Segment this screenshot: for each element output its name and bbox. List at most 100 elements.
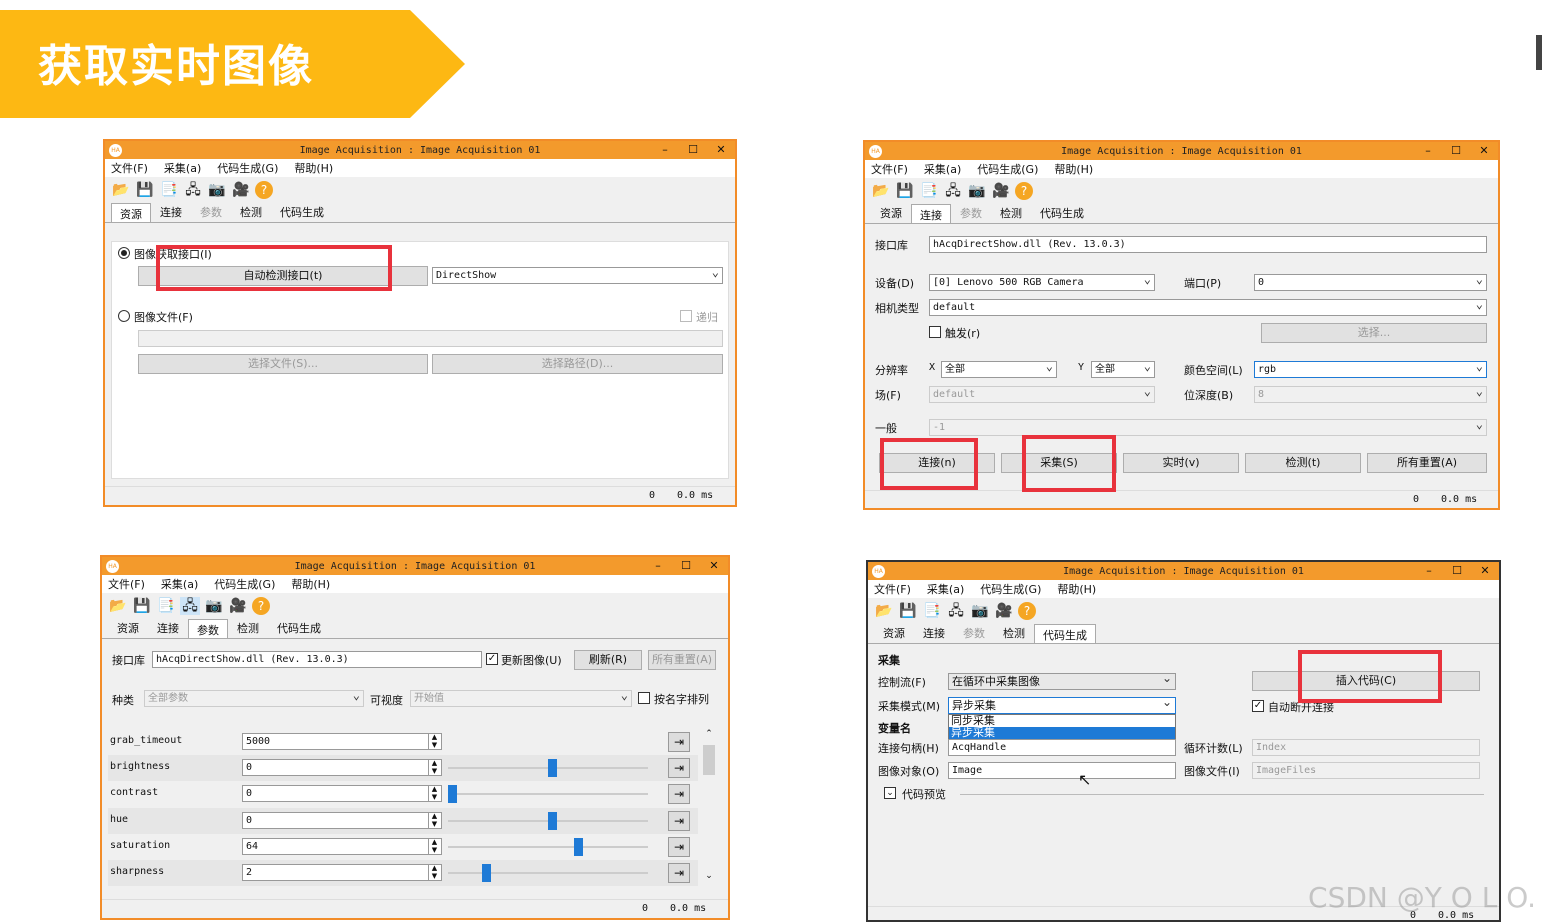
maximize-icon[interactable]: ☐ (672, 557, 700, 575)
image-files-input[interactable]: ImageFiles (1252, 762, 1480, 779)
reset-all-button[interactable]: 所有重置(A) (1367, 453, 1487, 473)
tab-resource[interactable]: 资源 (111, 203, 151, 222)
video-camera-icon[interactable]: 🎥 (994, 602, 1014, 620)
field-select[interactable]: default (929, 386, 1155, 403)
param-scrollbar[interactable]: ⌃ ⌄ (702, 729, 716, 881)
open-folder-icon[interactable]: 📂 (108, 597, 128, 615)
network-icon[interactable]: 🖧 (183, 181, 203, 199)
grab-mode-option-async[interactable]: 异步采集 (949, 727, 1175, 739)
menu-acquire[interactable]: 采集(a) (161, 576, 198, 592)
close-icon[interactable]: ✕ (1470, 142, 1498, 160)
param-reset-icon[interactable]: ⇥ (668, 836, 690, 857)
video-camera-icon[interactable]: 🎥 (228, 597, 248, 615)
param-spinner-icon[interactable]: ▲ ▼ (428, 864, 440, 881)
tab-codegen[interactable]: 代码生成 (1031, 202, 1093, 223)
param-slider-thumb[interactable] (548, 759, 557, 778)
tab-connect[interactable]: 连接 (151, 201, 191, 222)
close-icon[interactable]: ✕ (707, 141, 735, 159)
menu-acquire[interactable]: 采集(a) (924, 161, 961, 177)
select-file-button[interactable]: 选择文件(S)... (138, 354, 428, 374)
param-spinner-icon[interactable]: ▲ ▼ (428, 733, 440, 750)
menu-file[interactable]: 文件(F) (874, 581, 911, 597)
menu-help[interactable]: 帮助(H) (1054, 161, 1093, 177)
param-reset-icon[interactable]: ⇥ (668, 758, 690, 779)
param-value-input[interactable]: 64 (242, 837, 442, 855)
tab-detect[interactable]: 检测 (228, 617, 268, 638)
menu-file[interactable]: 文件(F) (108, 576, 145, 592)
library-input[interactable]: hAcqDirectShow.dll (Rev. 13.0.3) (929, 236, 1487, 253)
image-object-input[interactable]: Image (948, 762, 1176, 779)
minimize-icon[interactable]: – (644, 557, 672, 575)
camera-icon[interactable]: 📷 (967, 182, 987, 200)
menu-acquire[interactable]: 采集(a) (927, 581, 964, 597)
menu-help[interactable]: 帮助(H) (1057, 581, 1096, 597)
param-slider-thumb[interactable] (574, 837, 583, 856)
param-reset-icon[interactable]: ⇥ (668, 863, 690, 883)
x-select[interactable]: 全部 (941, 361, 1057, 378)
loop-counter-input[interactable]: Index (1252, 739, 1480, 756)
network-icon[interactable]: 🖧 (946, 602, 966, 620)
tab-connect[interactable]: 连接 (148, 617, 188, 638)
menu-codegen[interactable]: 代码生成(G) (217, 160, 278, 176)
refresh-button[interactable]: 刷新(R) (574, 650, 642, 670)
handle-input[interactable]: AcqHandle (948, 739, 1176, 756)
maximize-icon[interactable]: ☐ (1442, 142, 1470, 160)
help-icon[interactable]: ? (255, 181, 273, 199)
help-icon[interactable]: ? (252, 597, 270, 615)
scroll-up-icon[interactable]: ⌃ (702, 729, 716, 739)
network-icon[interactable]: 🖧 (943, 182, 963, 200)
open-folder-icon[interactable]: 📂 (111, 181, 131, 199)
param-slider-track[interactable] (448, 872, 648, 874)
maximize-icon[interactable]: ☐ (1443, 562, 1471, 580)
maximize-icon[interactable]: ☐ (679, 141, 707, 159)
param-reset-icon[interactable]: ⇥ (668, 810, 690, 831)
param-value-input[interactable]: 0 (242, 785, 442, 803)
param-spinner-icon[interactable]: ▲ ▼ (428, 759, 440, 777)
minimize-icon[interactable]: – (1415, 562, 1443, 580)
y-select[interactable]: 全部 (1091, 361, 1155, 378)
tab-resource[interactable]: 资源 (874, 622, 914, 643)
reset-all-button[interactable]: 所有重置(A) (648, 650, 716, 670)
close-icon[interactable]: ✕ (700, 557, 728, 575)
save-icon[interactable]: 💾 (132, 597, 152, 615)
param-value-input[interactable]: 0 (242, 811, 442, 829)
save-icon[interactable]: 💾 (135, 181, 155, 199)
sort-checkbox[interactable] (638, 692, 650, 704)
interface-select[interactable]: DirectShow (432, 267, 723, 284)
document-icon[interactable]: 📑 (922, 602, 942, 620)
document-icon[interactable]: 📑 (919, 182, 939, 200)
tab-connect[interactable]: 连接 (914, 622, 954, 643)
param-reset-icon[interactable]: ⇥ (668, 732, 690, 752)
bitdepth-select[interactable]: 8 (1254, 386, 1487, 403)
visibility-select[interactable]: 开始值 (410, 690, 632, 707)
menu-help[interactable]: 帮助(H) (294, 160, 333, 176)
scroll-thumb[interactable] (703, 745, 715, 775)
camera-icon[interactable]: 📷 (204, 597, 224, 615)
param-slider-track[interactable] (448, 793, 648, 796)
help-icon[interactable]: ? (1018, 602, 1036, 620)
select-path-button[interactable]: 选择路径(D)... (432, 354, 723, 374)
param-spinner-icon[interactable]: ▲ ▼ (428, 811, 440, 829)
file-path-input[interactable] (138, 330, 723, 347)
minimize-icon[interactable]: – (651, 141, 679, 159)
video-camera-icon[interactable]: 🎥 (991, 182, 1011, 200)
select-button[interactable]: 选择... (1261, 323, 1487, 343)
tab-detect[interactable]: 检测 (991, 202, 1031, 223)
param-value-input[interactable]: 2 (242, 864, 442, 881)
tab-params[interactable]: 参数 (951, 202, 991, 223)
camera-icon[interactable]: 📷 (207, 181, 227, 199)
tab-params[interactable]: 参数 (191, 201, 231, 222)
param-slider-track[interactable] (448, 845, 648, 848)
update-image-checkbox[interactable]: ✓ (486, 653, 498, 665)
tab-codegen[interactable]: 代码生成 (1034, 624, 1096, 643)
menu-codegen[interactable]: 代码生成(G) (980, 581, 1041, 597)
tab-params[interactable]: 参数 (954, 622, 994, 643)
live-button[interactable]: 实时(v) (1123, 453, 1239, 473)
port-select[interactable]: 0 (1254, 274, 1487, 291)
file-radio[interactable] (118, 310, 130, 322)
param-reset-icon[interactable]: ⇥ (668, 784, 690, 805)
tab-detect[interactable]: 检测 (231, 201, 271, 222)
document-icon[interactable]: 📑 (156, 597, 176, 615)
general-select[interactable]: -1 (929, 419, 1487, 436)
device-select[interactable]: [0] Lenovo 500 RGB Camera (929, 274, 1155, 291)
